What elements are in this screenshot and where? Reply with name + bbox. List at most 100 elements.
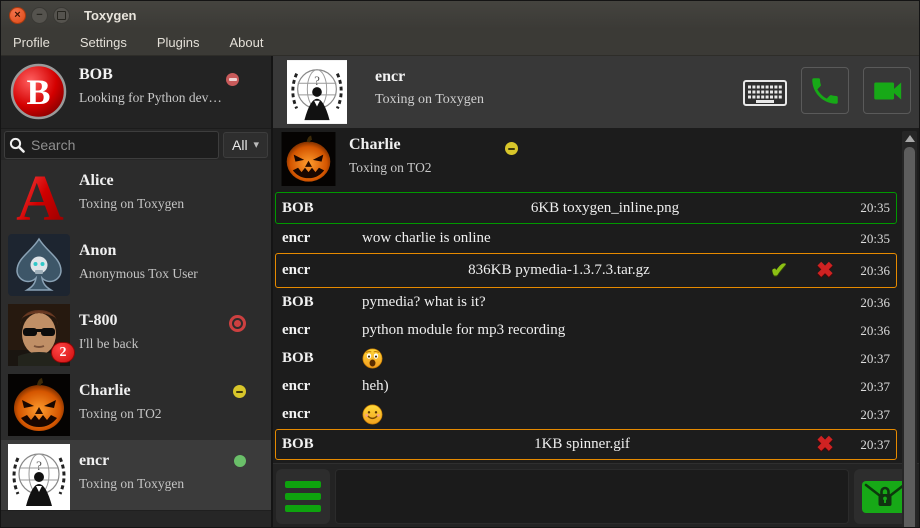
menu-plugins[interactable]: Plugins [157, 35, 200, 50]
right-panel: ? encr Toxing on Toxygen [271, 56, 919, 528]
encr-avatar: ? [8, 444, 70, 510]
contact-status-message: Toxing on Toxygen [79, 476, 184, 492]
self-status-message: Looking for Python dev… [79, 90, 222, 106]
contact-row-encr[interactable]: ? encr Toxing on Toxygen [1, 440, 271, 510]
message-time: 20:36 [848, 295, 890, 311]
message-body [362, 404, 848, 426]
active-contact-avatar: ? [287, 59, 347, 125]
active-contact-name: encr [375, 68, 405, 86]
self-avatar: B [10, 63, 67, 120]
keyboard-icon[interactable] [743, 80, 787, 106]
smile-emoji [362, 404, 383, 425]
contact-row-alice[interactable]: A Alice Toxing on Toxygen [1, 160, 271, 230]
fearful-emoji [362, 348, 383, 369]
chat-scrollbar[interactable] [902, 131, 917, 528]
busy-status-icon [229, 315, 246, 332]
svg-text:?: ? [36, 458, 42, 473]
minimize-button[interactable]: − [31, 7, 48, 24]
message-sender: encr [282, 322, 362, 339]
svg-text:?: ? [314, 74, 320, 88]
alice-avatar: A [8, 164, 72, 228]
audio-call-button[interactable] [801, 67, 849, 114]
message-body: python module for mp3 recording [362, 322, 848, 339]
message-time: 20:37 [848, 351, 890, 367]
message-sender: BOB [282, 294, 362, 311]
chat-menu-button[interactable] [276, 469, 330, 524]
self-name: BOB [79, 66, 113, 84]
video-call-button[interactable] [863, 67, 911, 114]
message-emoji: encr [275, 401, 897, 428]
chat-peer-status-message: Toxing on TO2 [349, 160, 432, 176]
scroll-up-button[interactable] [902, 131, 917, 145]
message-file-transfer: BOB 1KB spinner.gif ✖ 20:37 [275, 429, 897, 460]
message-sender: encr [282, 262, 362, 279]
contact-status-message: Toxing on Toxygen [79, 196, 184, 212]
close-button[interactable]: × [9, 7, 26, 24]
contact-status-message: I'll be back [79, 336, 138, 352]
message-body: wow charlie is online [362, 230, 848, 247]
message-time: 20:37 [848, 437, 890, 453]
contact-row-t800[interactable]: T-800 I'll be back 2 [1, 300, 271, 370]
left-panel: B BOB Looking for Python dev… All ▾ [1, 56, 271, 528]
message-sender: BOB [282, 200, 362, 217]
menu-about[interactable]: About [229, 35, 263, 50]
message-time: 20:36 [848, 323, 890, 339]
message-file-transfer: BOB 6KB toxygen_inline.png 20:35 [275, 192, 897, 224]
message-sender: BOB [282, 436, 362, 453]
message-time: 20:37 [848, 407, 890, 423]
search-input[interactable] [29, 136, 214, 154]
message-body: heh) [362, 378, 848, 395]
chat-peer-name: Charlie [349, 136, 401, 154]
chat-peer-header: Charlie Toxing on TO2 [273, 128, 919, 190]
message-file-transfer: encr 836KB pymedia-1.3.7.3.tar.gz ✔ ✖ 20… [275, 253, 897, 288]
contact-status-message: Anonymous Tox User [79, 266, 198, 282]
online-status-icon [234, 455, 246, 467]
decline-transfer-button[interactable]: ✖ [802, 260, 848, 281]
chevron-down-icon: ▾ [253, 138, 259, 151]
file-transfer-label: 1KB spinner.gif [362, 436, 802, 453]
contact-row-charlie[interactable]: Charlie Toxing on TO2 [1, 370, 271, 440]
contact-name: Anon [79, 242, 116, 260]
toxygen-window: × − Toxygen Profile Settings Plugins Abo… [0, 0, 920, 528]
charlie-avatar [8, 374, 70, 436]
decline-transfer-button[interactable]: ✖ [802, 434, 848, 455]
contact-status-message: Toxing on TO2 [79, 406, 162, 422]
accept-transfer-button[interactable]: ✔ [756, 260, 802, 281]
message-sender: BOB [282, 350, 362, 367]
contact-name: encr [79, 452, 109, 470]
video-camera-icon [868, 74, 906, 108]
svg-text:A: A [16, 164, 64, 228]
title-bar: × − Toxygen [1, 1, 919, 29]
active-contact-header: ? encr Toxing on Toxygen [273, 56, 919, 128]
file-transfer-label: 836KB pymedia-1.3.7.3.tar.gz [362, 262, 756, 279]
message-input-bar [273, 463, 919, 528]
message-body [362, 348, 848, 370]
menu-settings[interactable]: Settings [80, 35, 127, 50]
message-text: encr python module for mp3 recording 20:… [275, 317, 897, 344]
message-input[interactable] [335, 469, 849, 524]
contact-filter-dropdown[interactable]: All ▾ [223, 132, 268, 158]
contact-row-anon[interactable]: Anon Anonymous Tox User [1, 230, 271, 300]
away-status-icon [505, 142, 518, 155]
maximize-button[interactable] [53, 7, 70, 24]
message-emoji: BOB [275, 345, 897, 372]
file-transfer-label: 6KB toxygen_inline.png [362, 200, 848, 217]
message-time: 20:36 [848, 263, 890, 279]
maximize-icon [57, 11, 66, 20]
menu-profile[interactable]: Profile [13, 35, 50, 50]
active-contact-status-message: Toxing on Toxygen [375, 92, 484, 108]
message-time: 20:35 [848, 231, 890, 247]
chat-panel: Charlie Toxing on TO2 BOB 6KB toxygen_in… [273, 128, 919, 528]
self-profile[interactable]: B BOB Looking for Python dev… [1, 56, 271, 128]
arrow-up-icon [905, 135, 915, 142]
hamburger-icon [285, 493, 321, 500]
message-sender: encr [282, 378, 362, 395]
self-busy-status-icon [226, 73, 239, 86]
scrollbar-thumb[interactable] [904, 147, 915, 528]
away-status-icon [233, 385, 246, 398]
contact-name: Alice [79, 172, 114, 190]
contact-list: A Alice Toxing on Toxygen Anon Anonymous… [1, 160, 271, 528]
chat-peer-avatar [281, 132, 336, 186]
message-text: BOB pymedia? what is it? 20:36 [275, 289, 897, 316]
window-controls: × − [9, 7, 70, 24]
